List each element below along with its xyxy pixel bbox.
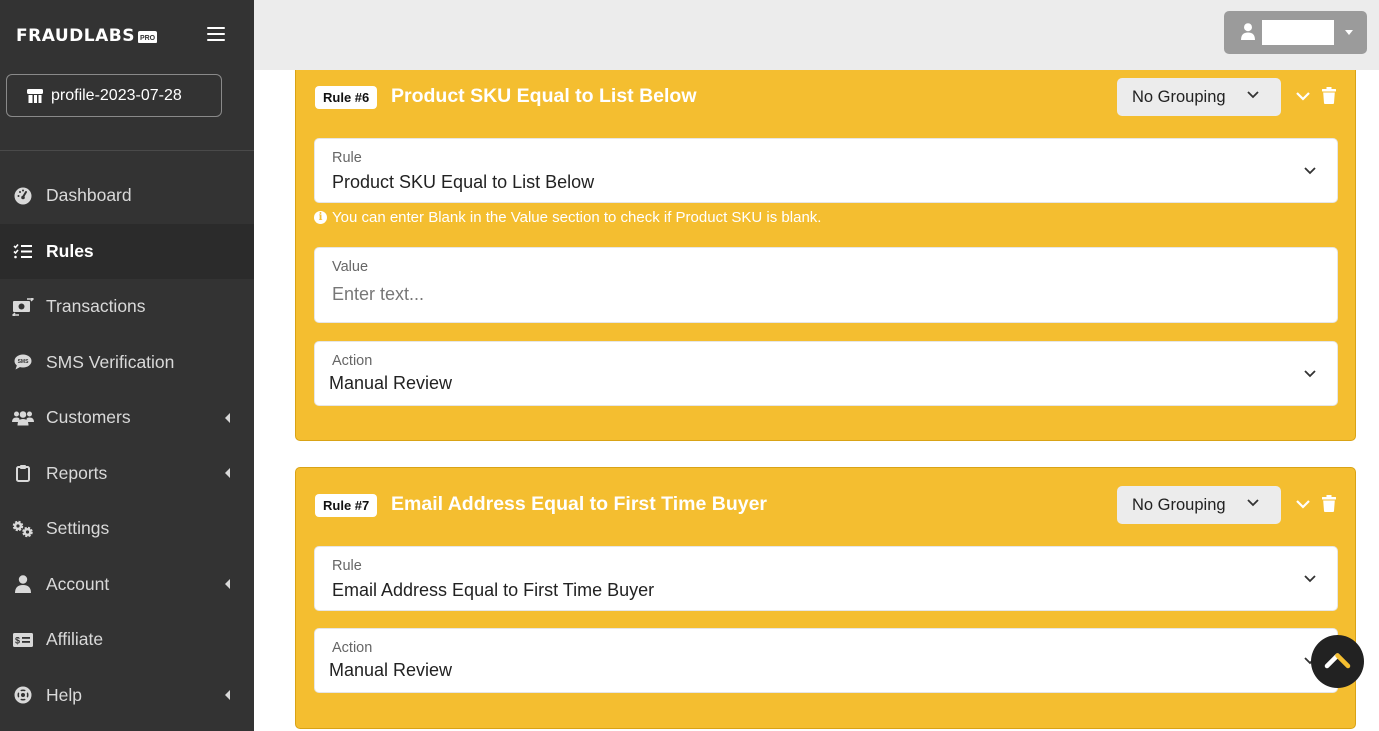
sidebar-divider	[0, 150, 254, 151]
money-check-icon: $	[12, 630, 34, 650]
sidebar-item-label: Account	[46, 573, 110, 594]
grouping-select[interactable]: No Grouping	[1117, 486, 1281, 524]
svg-text:SMS: SMS	[18, 359, 30, 365]
grouping-value: No Grouping	[1132, 495, 1226, 514]
sidebar-item-label: Rules	[46, 240, 94, 261]
rule-number-badge: Rule #6	[315, 86, 378, 109]
user-icon	[12, 574, 34, 594]
brand-name: FRAUDLABS	[16, 26, 135, 46]
chevron-down-icon	[1304, 370, 1316, 378]
sidebar-item-label: Help	[46, 684, 82, 705]
action-select-label: Action	[332, 353, 373, 369]
trash-icon[interactable]	[1322, 87, 1336, 104]
rule-hint-text: You can enter Blank in the Value section…	[332, 209, 822, 226]
chevron-down-icon	[1247, 499, 1259, 507]
svg-text:$: $	[15, 635, 20, 645]
brand-pro-badge: PRO	[137, 31, 158, 43]
collapse-chevron-icon[interactable]	[1296, 500, 1310, 509]
scroll-to-top-button[interactable]	[1311, 635, 1364, 688]
life-ring-icon	[12, 685, 34, 705]
action-select[interactable]: Action Manual Review	[314, 628, 1338, 693]
sidebar-item-affiliate[interactable]: $ Affiliate	[0, 612, 254, 668]
action-select-value: Manual Review	[329, 660, 453, 680]
user-icon	[1241, 23, 1255, 40]
rule-select[interactable]: Rule Email Address Equal to First Time B…	[314, 546, 1338, 611]
action-select[interactable]: Action Manual Review	[314, 341, 1338, 406]
sidebar-item-dashboard[interactable]: Dashboard	[0, 168, 254, 224]
value-input-placeholder: Enter text...	[332, 284, 425, 304]
checklist-icon	[12, 241, 34, 261]
hamburger-menu-icon[interactable]	[207, 27, 225, 43]
trash-icon[interactable]	[1322, 495, 1336, 512]
chevron-down-icon	[1304, 167, 1316, 175]
sms-icon: SMS	[12, 352, 34, 372]
sidebar-item-sms-verification[interactable]: SMS SMS Verification	[0, 335, 254, 391]
sidebar-item-help[interactable]: Help	[0, 668, 254, 724]
sidebar-nav: Dashboard Rules Transactions SMS SMS Ver…	[0, 168, 254, 723]
chevron-down-icon	[1304, 575, 1316, 583]
sidebar-item-settings[interactable]: Settings	[0, 501, 254, 557]
rule-card: Rule #7 Email Address Equal to First Tim…	[295, 467, 1356, 729]
rule-number-badge: Rule #7	[315, 494, 378, 517]
caret-down-icon	[1345, 30, 1353, 35]
money-exchange-icon	[12, 297, 34, 317]
value-input-label: Value	[332, 259, 369, 275]
sidebar-item-label: Affiliate	[46, 629, 104, 650]
sidebar-item-label: Transactions	[46, 296, 146, 317]
clipboard-icon	[12, 463, 34, 483]
sidebar-item-customers[interactable]: Customers	[0, 390, 254, 446]
gears-icon	[12, 519, 34, 539]
grouping-select[interactable]: No Grouping	[1117, 78, 1281, 116]
sidebar-item-account[interactable]: Account	[0, 557, 254, 613]
sidebar-item-reports[interactable]: Reports	[0, 446, 254, 502]
grouping-value: No Grouping	[1132, 87, 1226, 106]
info-icon: i	[314, 211, 327, 224]
rule-select[interactable]: Rule Product SKU Equal to List Below	[314, 138, 1338, 203]
user-menu-button[interactable]	[1224, 11, 1367, 54]
sidebar-item-transactions[interactable]: Transactions	[0, 279, 254, 335]
rule-title: Email Address Equal to First Time Buyer	[391, 493, 768, 515]
caret-left-icon	[225, 468, 230, 479]
sidebar-item-label: Customers	[46, 407, 131, 428]
tachometer-icon	[12, 186, 34, 206]
profile-label: profile-2023-07-28	[51, 86, 182, 104]
action-select-label: Action	[332, 640, 373, 656]
caret-left-icon	[225, 579, 230, 590]
rule-card: Rule #6 Product SKU Equal to List Below …	[295, 70, 1356, 441]
sidebar-item-label: Dashboard	[46, 185, 132, 206]
caret-left-icon	[225, 412, 230, 423]
rule-select-value: Email Address Equal to First Time Buyer	[332, 580, 655, 600]
caret-left-icon	[225, 690, 230, 701]
sidebar-item-label: SMS Verification	[46, 351, 175, 372]
rules-content: Rule #6 Product SKU Equal to List Below …	[254, 70, 1379, 731]
value-input[interactable]: Value Enter text...	[314, 247, 1338, 323]
sidebar-item-rules[interactable]: Rules	[0, 223, 254, 279]
sidebar-item-label: Reports	[46, 462, 108, 483]
store-icon	[27, 88, 43, 103]
user-name	[1262, 20, 1334, 45]
chevron-down-icon	[1247, 91, 1259, 99]
topbar	[254, 0, 1379, 70]
sidebar-item-label: Settings	[46, 518, 110, 539]
users-icon	[12, 408, 34, 428]
chevron-up-icon	[1324, 653, 1351, 669]
rule-hint: i You can enter Blank in the Value secti…	[314, 209, 821, 226]
rule-select-label: Rule	[332, 150, 362, 166]
rule-select-label: Rule	[332, 558, 362, 574]
rule-select-value: Product SKU Equal to List Below	[332, 172, 595, 192]
rule-title: Product SKU Equal to List Below	[391, 85, 697, 107]
action-select-value: Manual Review	[329, 373, 453, 393]
sidebar: FRAUDLABS PRO profile-2023-07-28 Dashboa…	[0, 0, 254, 731]
collapse-chevron-icon[interactable]	[1296, 92, 1310, 101]
brand-logo[interactable]: FRAUDLABS PRO	[16, 24, 158, 48]
profile-selector-button[interactable]: profile-2023-07-28	[6, 74, 222, 117]
